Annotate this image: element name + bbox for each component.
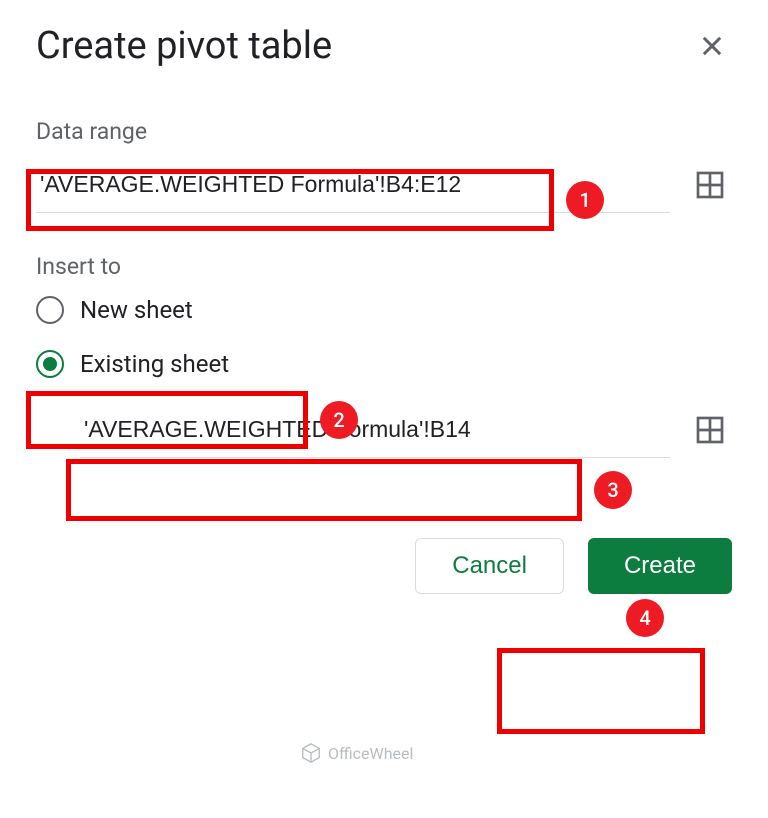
- radio-circle-unselected: [36, 296, 64, 324]
- radio-new-sheet[interactable]: New sheet: [36, 292, 732, 328]
- grid-icon: [694, 414, 726, 446]
- radio-existing-sheet[interactable]: Existing sheet: [36, 346, 732, 382]
- annotation-box-4: [497, 648, 705, 734]
- select-target-button[interactable]: [688, 408, 732, 452]
- existing-target-input[interactable]: [80, 402, 670, 458]
- radio-circle-selected: [36, 350, 64, 378]
- data-range-input[interactable]: [36, 157, 670, 213]
- annotation-badge-4: 4: [626, 599, 664, 637]
- watermark-icon: [300, 742, 322, 764]
- radio-dot: [43, 357, 57, 371]
- insert-to-label: Insert to: [36, 253, 732, 280]
- close-button[interactable]: [692, 26, 732, 66]
- cancel-button[interactable]: Cancel: [415, 538, 564, 594]
- existing-sheet-label: Existing sheet: [80, 350, 229, 378]
- grid-icon: [694, 169, 726, 201]
- watermark: OfficeWheel: [300, 742, 413, 764]
- close-icon: [698, 32, 726, 60]
- annotation-badge-3: 3: [594, 471, 632, 509]
- new-sheet-label: New sheet: [80, 296, 193, 324]
- create-button[interactable]: Create: [588, 538, 732, 594]
- dialog-title: Create pivot table: [36, 24, 332, 68]
- annotation-box-3: [66, 459, 582, 521]
- data-range-label: Data range: [36, 118, 732, 145]
- select-range-button[interactable]: [688, 163, 732, 207]
